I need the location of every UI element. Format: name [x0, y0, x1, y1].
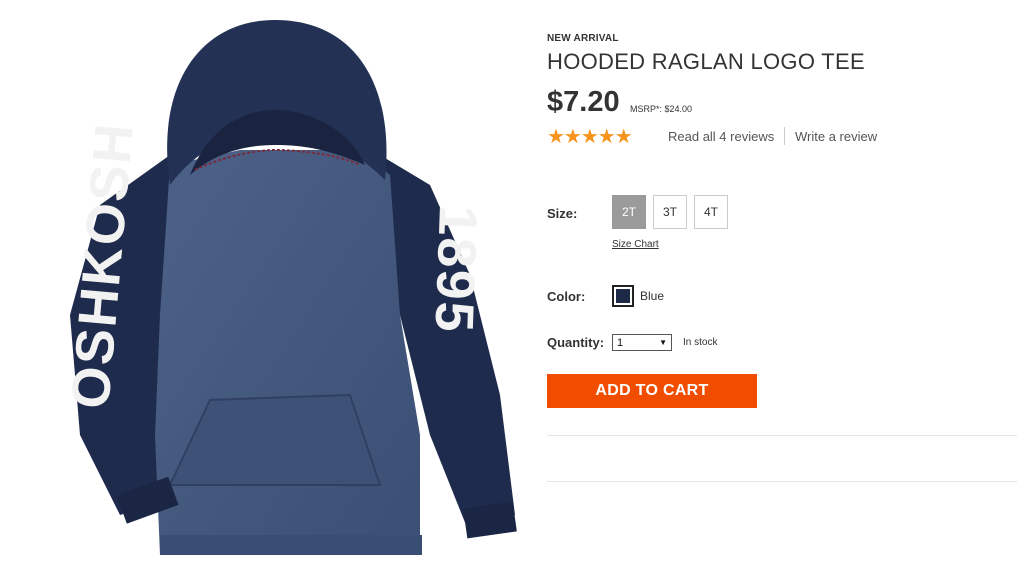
divider — [547, 435, 1017, 436]
add-to-cart-button[interactable]: ADD TO CART — [547, 374, 757, 408]
quantity-select[interactable]: 1 ▼ — [612, 334, 672, 351]
product-image[interactable]: OSHKOSH 1895 — [60, 15, 530, 573]
color-name: Blue — [640, 289, 665, 303]
review-divider — [784, 127, 785, 145]
chevron-down-icon: ▼ — [659, 338, 667, 347]
stock-status: In stock — [683, 337, 718, 348]
hoodie-illustration: OSHKOSH 1895 — [60, 20, 517, 555]
color-label: Color: — [547, 289, 586, 304]
read-reviews-link[interactable]: Read all 4 reviews — [668, 129, 774, 144]
svg-text:1895: 1895 — [424, 205, 488, 335]
new-arrival-badge: NEW ARRIVAL — [547, 33, 619, 44]
size-chart-link[interactable]: Size Chart — [612, 239, 659, 250]
divider — [547, 481, 1017, 482]
color-swatch-fill — [616, 289, 630, 303]
rating-stars-icon: ★★★★★ — [547, 126, 633, 148]
size-option-2t[interactable]: 2T — [612, 195, 646, 229]
quantity-value: 1 — [617, 336, 624, 349]
product-title: HOODED RAGLAN LOGO TEE — [547, 49, 865, 74]
quantity-label: Quantity: — [547, 335, 605, 350]
color-swatch-blue[interactable] — [612, 285, 634, 307]
sale-price: $7.20 — [547, 86, 620, 118]
product-details: NEW ARRIVAL HOODED RAGLAN LOGO TEE $7.20… — [547, 0, 1017, 573]
size-option-4t[interactable]: 4T — [694, 195, 728, 229]
size-label: Size: — [547, 206, 578, 221]
size-option-3t[interactable]: 3T — [653, 195, 687, 229]
msrp-price: MSRP*: $24.00 — [630, 104, 693, 114]
write-review-link[interactable]: Write a review — [795, 129, 877, 144]
